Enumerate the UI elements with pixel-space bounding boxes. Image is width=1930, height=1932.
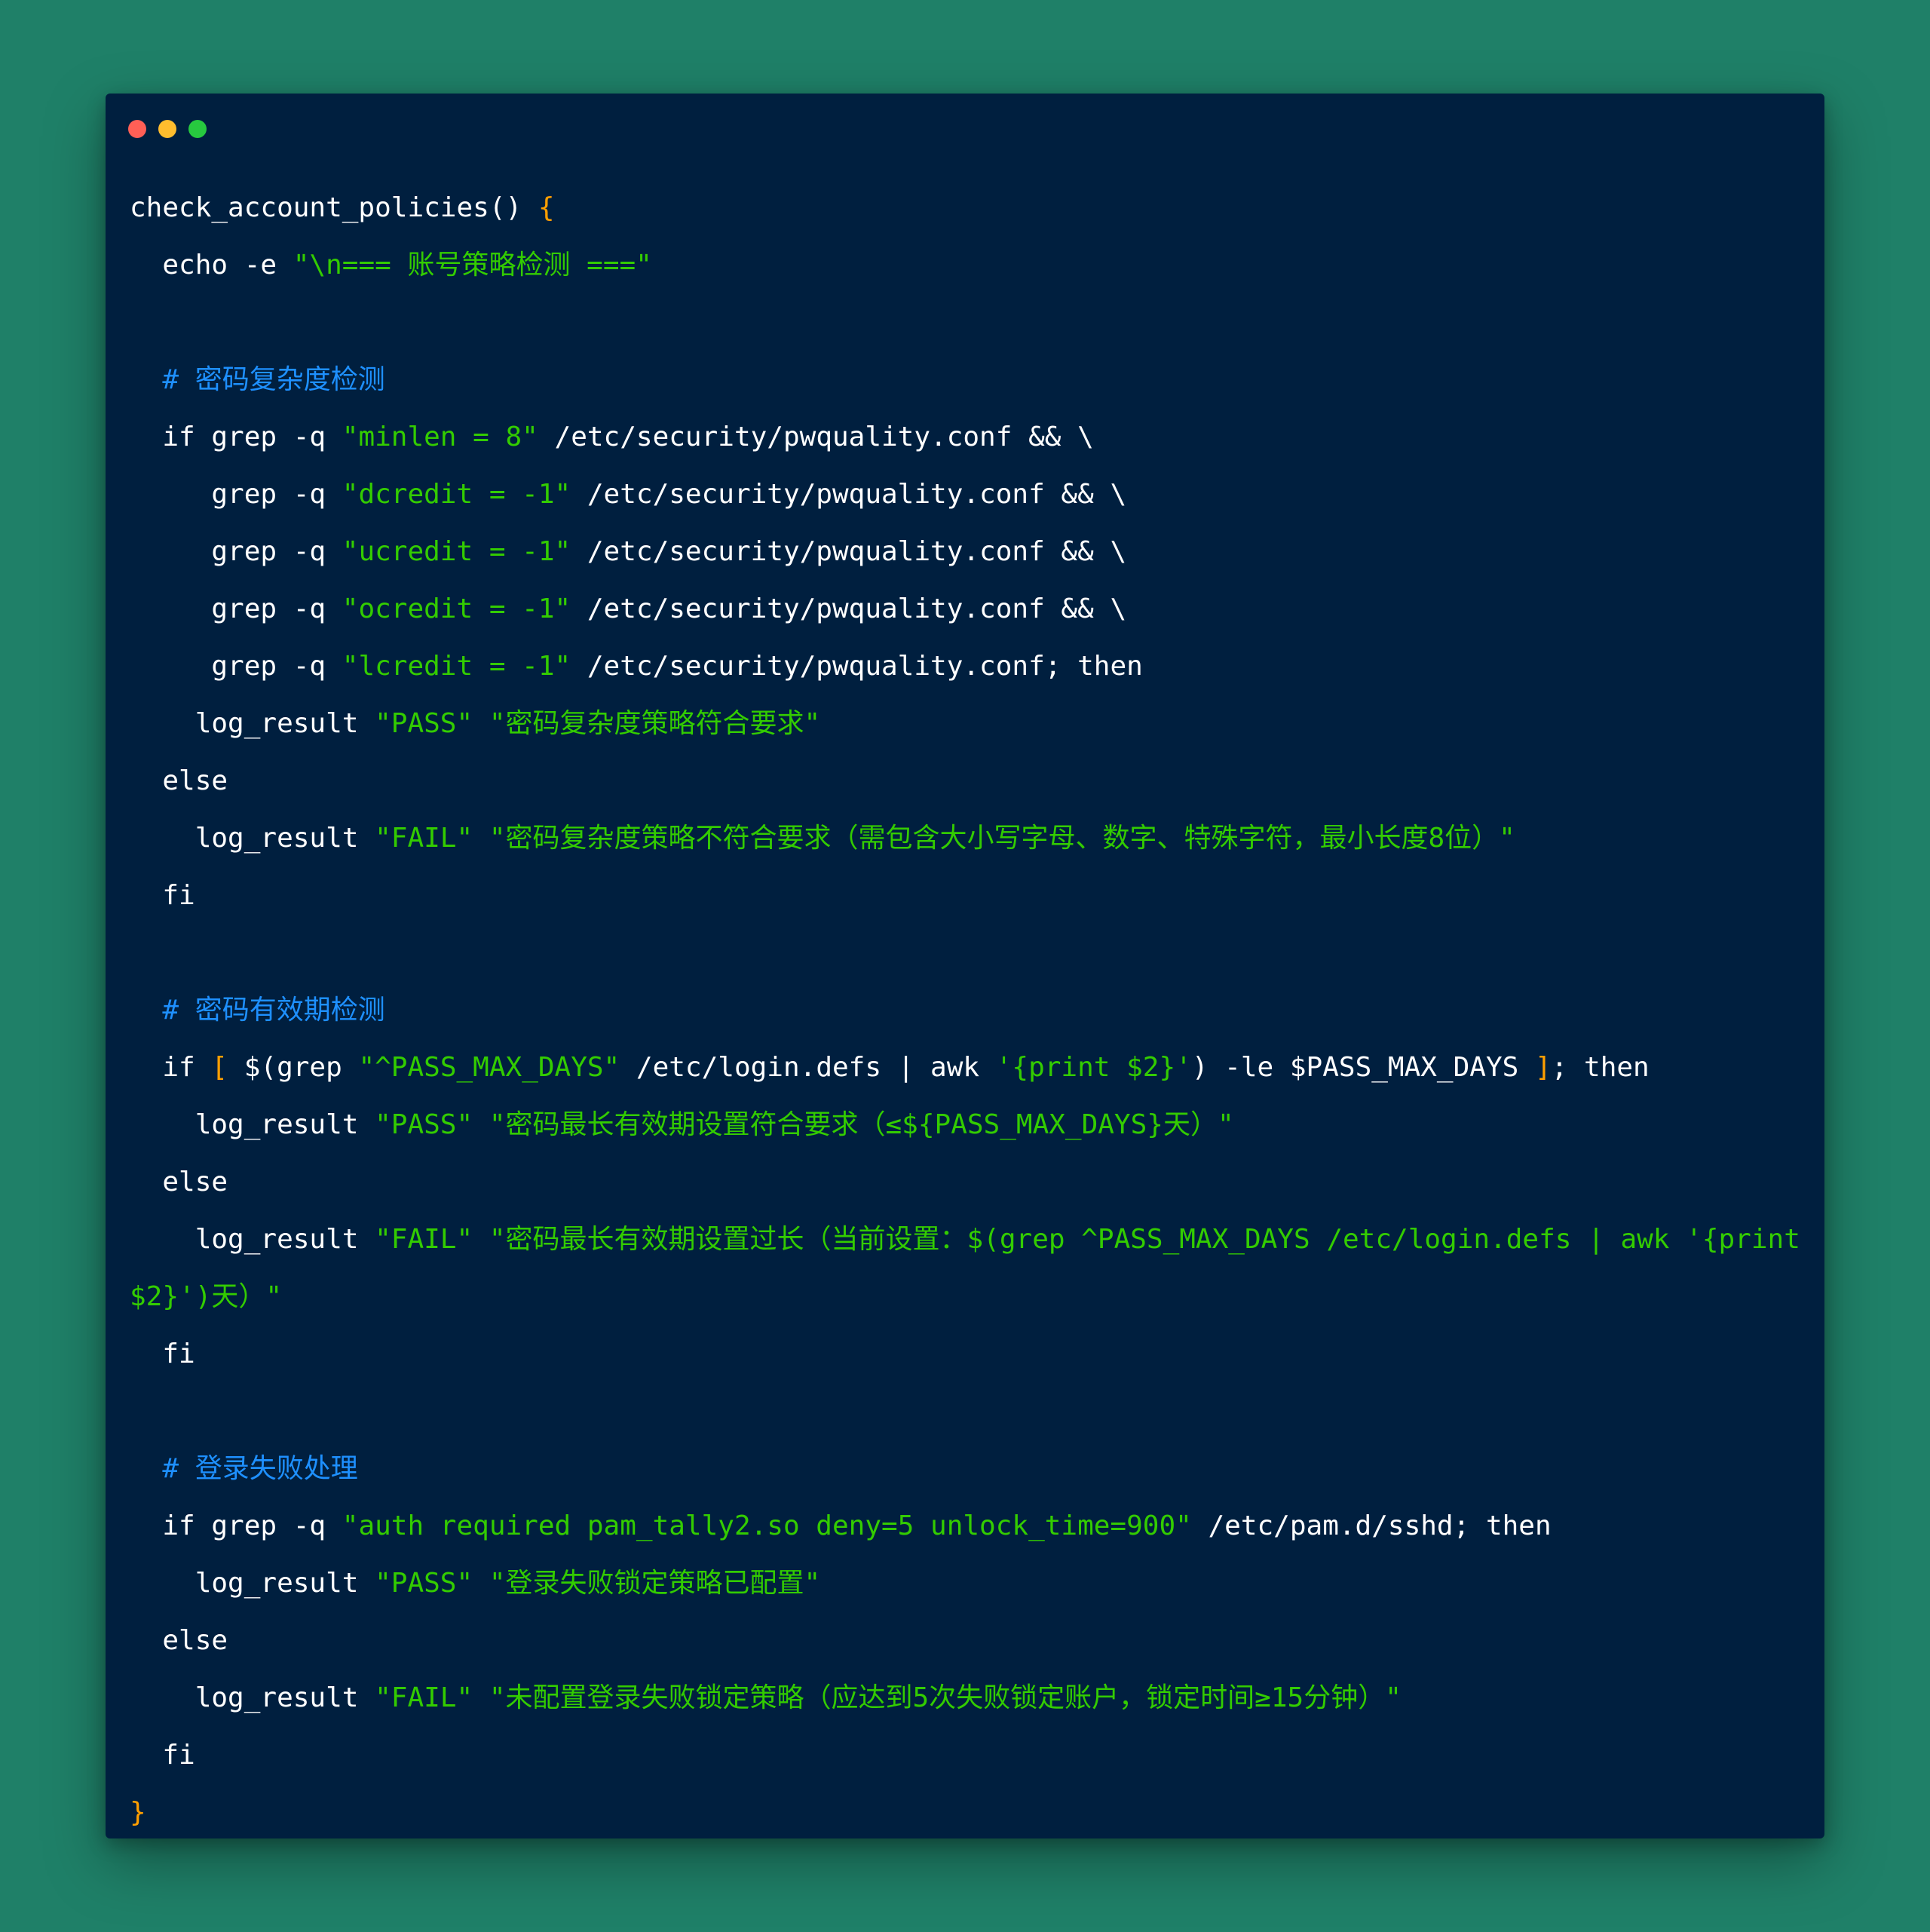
code-token: /etc/login.defs | awk xyxy=(620,1052,996,1083)
code-token: if grep -q xyxy=(130,1510,342,1541)
code-token: "dcredit = -1" xyxy=(342,479,571,510)
code-token: fi xyxy=(130,1740,195,1771)
window-controls xyxy=(128,120,219,138)
code-token: grep -q xyxy=(130,536,342,567)
code-token: ) -le $PASS_MAX_DAYS xyxy=(1191,1052,1535,1083)
code-token: log_result xyxy=(130,1682,375,1713)
code-line: grep -q "lcredit = -1" /etc/security/pwq… xyxy=(130,638,1803,695)
code-token: "^PASS_MAX_DAYS" xyxy=(358,1052,620,1083)
code-line: else xyxy=(130,753,1803,810)
code-line: grep -q "dcredit = -1" /etc/security/pwq… xyxy=(130,466,1803,523)
code-line: $2}')天）" xyxy=(130,1268,1803,1326)
code-line: log_result "FAIL" "未配置登录失败锁定策略（应达到5次失败锁定… xyxy=(130,1670,1803,1727)
code-line: log_result "FAIL" "密码最长有效期设置过长（当前设置：$(gr… xyxy=(130,1211,1803,1268)
code-token: fi xyxy=(130,1339,195,1369)
code-line: log_result "PASS" "密码最长有效期设置符合要求（≤${PASS… xyxy=(130,1096,1803,1154)
code-token: { xyxy=(538,192,555,223)
code-token: /etc/security/pwquality.conf && \ xyxy=(571,536,1127,567)
minimize-button[interactable] xyxy=(158,120,176,138)
code-token: /etc/pam.d/sshd; then xyxy=(1191,1510,1552,1541)
code-token: echo -e xyxy=(130,250,293,281)
code-token: check_account_policies() xyxy=(130,192,538,223)
code-line: grep -q "ocredit = -1" /etc/security/pwq… xyxy=(130,581,1803,638)
code-token: '{print $2}' xyxy=(995,1052,1192,1083)
code-token: # 登录失败处理 xyxy=(130,1453,358,1484)
code-token: $(grep xyxy=(228,1052,359,1083)
code-token: /etc/security/pwquality.conf; then xyxy=(571,651,1143,682)
code-line: fi xyxy=(130,1326,1803,1383)
code-token: log_result xyxy=(130,1109,375,1140)
maximize-button[interactable] xyxy=(188,120,207,138)
code-token: "lcredit = -1" xyxy=(342,651,571,682)
code-token: grep -q xyxy=(130,651,342,682)
code-token: /etc/security/pwquality.conf && \ xyxy=(571,593,1127,624)
code-token: # 密码复杂度检测 xyxy=(130,364,385,395)
code-token: "PASS" "密码最长有效期设置符合要求（≤${PASS_MAX_DAYS}天… xyxy=(375,1109,1234,1140)
code-token: "\n=== 账号策略检测 ===" xyxy=(293,250,652,281)
code-token: "FAIL" "未配置登录失败锁定策略（应达到5次失败锁定账户，锁定时间≥15分… xyxy=(375,1682,1402,1713)
code-line: grep -q "ucredit = -1" /etc/security/pwq… xyxy=(130,523,1803,581)
code-line: else xyxy=(130,1154,1803,1211)
code-line: fi xyxy=(130,867,1803,925)
code-token: ; then xyxy=(1551,1052,1650,1083)
code-line: echo -e "\n=== 账号策略检测 ===" xyxy=(130,237,1803,294)
code-token: "PASS" "密码复杂度策略符合要求" xyxy=(375,708,821,739)
code-token: log_result xyxy=(130,1568,375,1599)
code-token: log_result xyxy=(130,1224,375,1255)
code-token: log_result xyxy=(130,823,375,854)
code-token: if grep -q xyxy=(130,422,342,452)
code-line: log_result "FAIL" "密码复杂度策略不符合要求（需包含大小写字母… xyxy=(130,810,1803,867)
code-token: "PASS" "登录失败锁定策略已配置" xyxy=(375,1568,821,1599)
code-line: if grep -q "auth required pam_tally2.so … xyxy=(130,1498,1803,1555)
code-line: } xyxy=(130,1784,1803,1842)
code-token: } xyxy=(130,1797,146,1828)
code-line: check_account_policies() { xyxy=(130,179,1803,237)
code-window: check_account_policies() { echo -e "\n==… xyxy=(106,94,1824,1838)
code-token: grep -q xyxy=(130,479,342,510)
code-token: "ocredit = -1" xyxy=(342,593,571,624)
code-line: # 密码有效期检测 xyxy=(130,982,1803,1039)
code-token: log_result xyxy=(130,708,375,739)
code-token: /etc/security/pwquality.conf && \ xyxy=(571,479,1127,510)
code-token: "FAIL" "密码最长有效期设置过长（当前设置：$(grep ^PASS_MA… xyxy=(375,1224,1800,1255)
code-line: fi xyxy=(130,1727,1803,1784)
code-line: else xyxy=(130,1612,1803,1670)
close-button[interactable] xyxy=(128,120,146,138)
code-line: log_result "PASS" "登录失败锁定策略已配置" xyxy=(130,1555,1803,1612)
code-token: ] xyxy=(1534,1052,1552,1083)
code-line: # 密码复杂度检测 xyxy=(130,351,1803,409)
code-token: else xyxy=(130,1625,228,1656)
code-block: check_account_policies() { echo -e "\n==… xyxy=(130,179,1803,1842)
code-token: else xyxy=(130,765,228,796)
code-token: grep -q xyxy=(130,593,342,624)
code-line: if [ $(grep "^PASS_MAX_DAYS" /etc/login.… xyxy=(130,1039,1803,1096)
code-token: # 密码有效期检测 xyxy=(130,995,385,1026)
code-line: if grep -q "minlen = 8" /etc/security/pw… xyxy=(130,409,1803,466)
code-token: fi xyxy=(130,880,195,911)
code-token: "FAIL" "密码复杂度策略不符合要求（需包含大小写字母、数字、特殊字符，最小… xyxy=(375,823,1515,854)
code-token: "ucredit = -1" xyxy=(342,536,571,567)
code-token: else xyxy=(130,1167,228,1198)
code-token: if xyxy=(130,1052,212,1083)
code-token: $2}')天）" xyxy=(130,1281,283,1312)
code-line: # 登录失败处理 xyxy=(130,1440,1803,1498)
code-token: "auth required pam_tally2.so deny=5 unlo… xyxy=(342,1510,1192,1541)
code-line: log_result "PASS" "密码复杂度策略符合要求" xyxy=(130,695,1803,753)
code-token: /etc/security/pwquality.conf && \ xyxy=(538,422,1094,452)
code-token: [ xyxy=(211,1052,228,1083)
code-token: "minlen = 8" xyxy=(342,422,538,452)
